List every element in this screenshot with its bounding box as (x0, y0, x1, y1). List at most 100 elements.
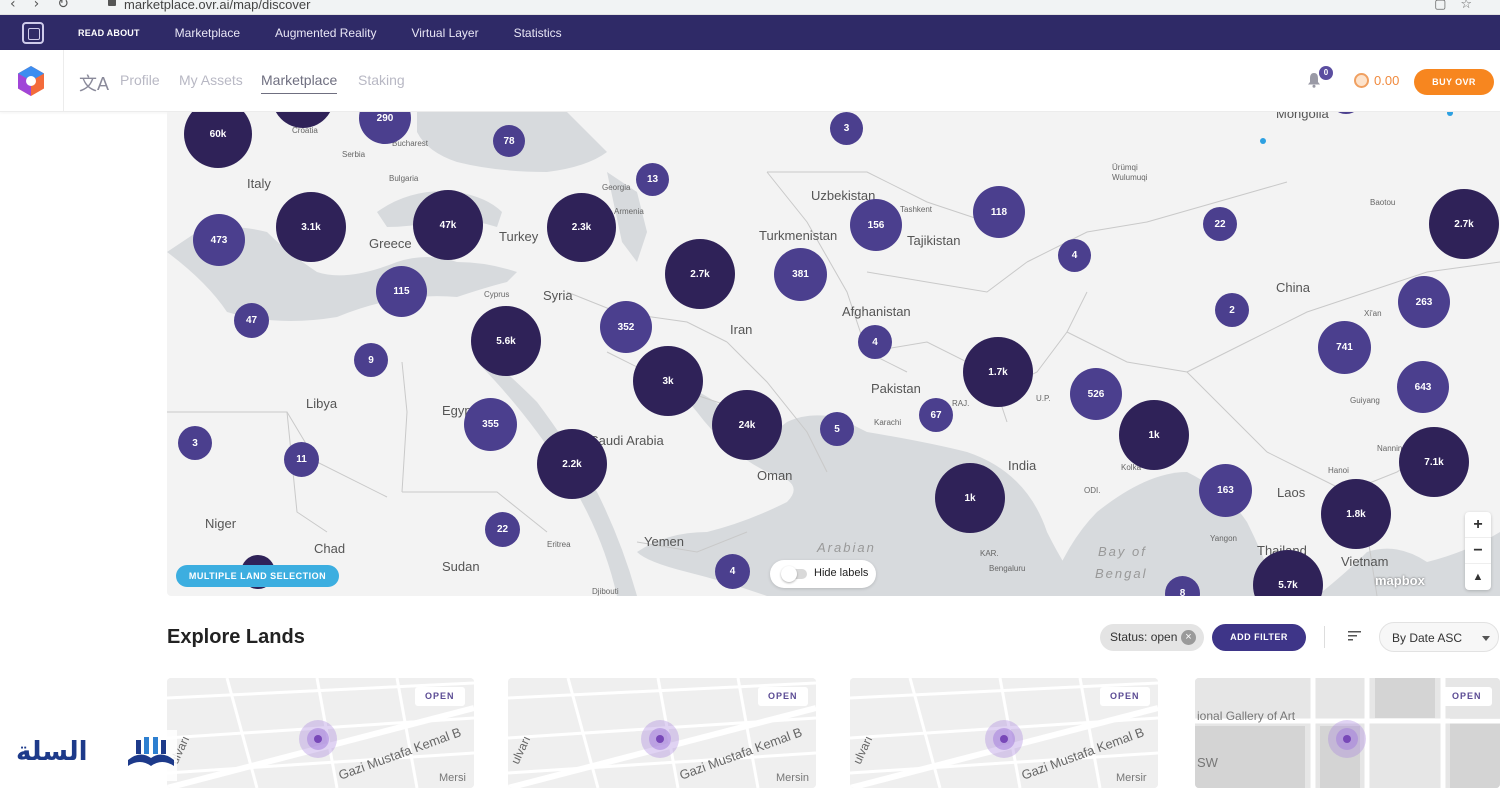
toggle-knob[interactable] (781, 566, 797, 582)
map-cluster[interactable]: 78 (493, 125, 525, 157)
browser-bar: ‹›↻ marketplace.ovr.ai/map/discover ▢☆ (0, 0, 1500, 15)
map-cluster[interactable]: 263 (1398, 276, 1450, 328)
tab-my-assets[interactable]: My Assets (179, 72, 243, 88)
map-cluster[interactable]: 473 (193, 214, 245, 266)
toolbar-divider (1324, 626, 1325, 648)
map-cluster[interactable]: 526 (1070, 368, 1122, 420)
label-pakistan: Pakistan (871, 381, 921, 396)
nav-divider (63, 50, 64, 112)
top-link-augmented-reality[interactable]: Augmented Reality (275, 26, 376, 40)
map-cluster[interactable]: 24k (712, 390, 782, 460)
map-cluster[interactable]: 3 (178, 426, 212, 460)
land-pin-icon (299, 720, 337, 758)
status-filter-chip[interactable]: Status: open × (1100, 624, 1204, 651)
map-cluster[interactable]: 3.1k (276, 192, 346, 262)
top-bar: READ ABOUT Marketplace Augmented Reality… (0, 15, 1500, 50)
zoom-out-button[interactable]: − (1465, 538, 1491, 564)
map-cluster[interactable]: 4 (858, 325, 892, 359)
map-cluster[interactable]: 741 (1318, 321, 1371, 374)
map-cluster[interactable]: 47 (234, 303, 269, 338)
top-link-marketplace[interactable]: Marketplace (175, 26, 240, 40)
label-tajikistan: Tajikistan (907, 233, 961, 248)
map-cluster[interactable]: 643 (1397, 361, 1449, 413)
land-pin-icon (1328, 720, 1366, 758)
add-filter-button[interactable]: ADD FILTER (1212, 624, 1306, 651)
label-raj: RAJ. (952, 399, 970, 408)
map-cluster[interactable]: 22 (1203, 207, 1237, 241)
land-card[interactable]: OPEN Gazi Mustafa Kemal B ulvarı Mersin (508, 678, 816, 788)
map-cluster[interactable]: 1.7k (963, 337, 1033, 407)
map-cluster[interactable]: 4 (715, 554, 750, 589)
label-bay-of: Bay of (1098, 544, 1147, 559)
map-cluster[interactable]: 355 (464, 398, 517, 451)
map-cluster[interactable]: 381 (774, 248, 827, 301)
map-cluster[interactable]: 3k (633, 346, 703, 416)
map-cluster[interactable]: 5 (820, 412, 854, 446)
label-libya: Libya (306, 396, 338, 411)
open-badge: OPEN (1442, 687, 1492, 706)
zoom-in-button[interactable]: + (1465, 512, 1491, 538)
map-cluster[interactable]: 3 (830, 112, 863, 145)
label-laos: Laos (1277, 485, 1306, 500)
map-cluster[interactable]: 1k (935, 463, 1005, 533)
buy-ovr-button[interactable]: BUY OVR (1414, 69, 1494, 95)
label-baotou: Baotou (1370, 198, 1396, 207)
sort-select[interactable]: By Date ASC (1379, 622, 1499, 652)
browser-nav-icons[interactable]: ‹›↻ (10, 0, 87, 12)
map-cluster[interactable]: 13 (636, 163, 669, 196)
status-filter-label: Status: open (1110, 630, 1178, 644)
map-cluster[interactable]: 2.7k (1429, 189, 1499, 259)
ovr-cube-icon[interactable] (22, 21, 44, 44)
label-turkey: Turkey (499, 229, 539, 244)
map-cluster[interactable]: 2.3k (547, 193, 616, 262)
label-afghanistan: Afghanistan (842, 304, 911, 319)
map-cluster[interactable]: 11 (284, 442, 319, 477)
browser-right-icons[interactable]: ▢☆ (1434, 0, 1486, 12)
map-cluster[interactable]: 118 (973, 186, 1025, 238)
remove-filter-icon[interactable]: × (1181, 630, 1196, 645)
land-card[interactable]: OPEN ional Gallery of Art SW (1195, 678, 1500, 788)
map-cluster[interactable]: 22 (485, 512, 520, 547)
top-link-statistics[interactable]: Statistics (514, 26, 562, 40)
map-cluster[interactable]: 1.8k (1321, 479, 1391, 549)
address-bar[interactable]: marketplace.ovr.ai/map/discover (124, 0, 310, 12)
map-cluster[interactable]: 352 (600, 301, 652, 353)
sort-icon[interactable] (1348, 630, 1361, 642)
map-cluster[interactable]: 67 (919, 398, 953, 432)
map-cluster[interactable]: 5.6k (471, 306, 541, 376)
tab-staking[interactable]: Staking (358, 72, 405, 88)
top-link-virtual-layer[interactable]: Virtual Layer (411, 26, 478, 40)
label-guiyang: Guiyang (1350, 396, 1380, 405)
map-cluster[interactable]: 2.2k (537, 429, 607, 499)
map-cluster[interactable]: 2.7k (665, 239, 735, 309)
map-cluster[interactable]: 7.1k (1399, 427, 1469, 497)
map-cluster[interactable]: 115 (376, 266, 427, 317)
map-cluster[interactable]: 47k (413, 190, 483, 260)
map-cluster[interactable]: 2 (1215, 293, 1249, 327)
map-cluster[interactable]: 163 (1199, 464, 1252, 517)
street-label: ional Gallery of Art (1197, 709, 1296, 723)
land-card[interactable]: OPEN Gazi Mustafa Kemal B ulvarı Mersir (850, 678, 1158, 788)
map-cluster[interactable]: 4 (1058, 239, 1091, 272)
balance-value: 0.00 (1374, 73, 1400, 88)
book-icon (128, 737, 174, 766)
label-odi: ODI. (1084, 486, 1101, 495)
hide-labels-toggle[interactable]: Hide labels (770, 560, 876, 588)
street-label: Mersin (776, 772, 810, 784)
label-hanoi: Hanoi (1328, 466, 1349, 475)
tab-profile[interactable]: Profile (120, 72, 160, 88)
land-card[interactable]: OPEN Gazi Mustafa Kemal B ulvarı Mersi (167, 678, 474, 788)
compass-button[interactable]: ▲ (1465, 564, 1491, 590)
tab-marketplace[interactable]: Marketplace (261, 72, 338, 94)
map-cluster[interactable]: 1k (1119, 400, 1189, 470)
label-bengal: Bengal (1095, 566, 1148, 581)
map-cluster[interactable]: 156 (850, 199, 902, 251)
mapbox-attribution[interactable]: mapbox (1375, 573, 1425, 588)
world-map[interactable]: Croatia Serbia Bucharest Bulgaria Italy … (167, 112, 1500, 596)
map-cluster[interactable]: 9 (354, 343, 388, 377)
label-greece: Greece (369, 236, 412, 251)
ovr-logo-icon[interactable] (16, 65, 46, 97)
translate-icon[interactable]: 文A (79, 70, 109, 96)
multiple-land-selection-button[interactable]: MULTIPLE LAND SELECTION (176, 565, 339, 587)
land-marker[interactable] (1260, 138, 1266, 144)
